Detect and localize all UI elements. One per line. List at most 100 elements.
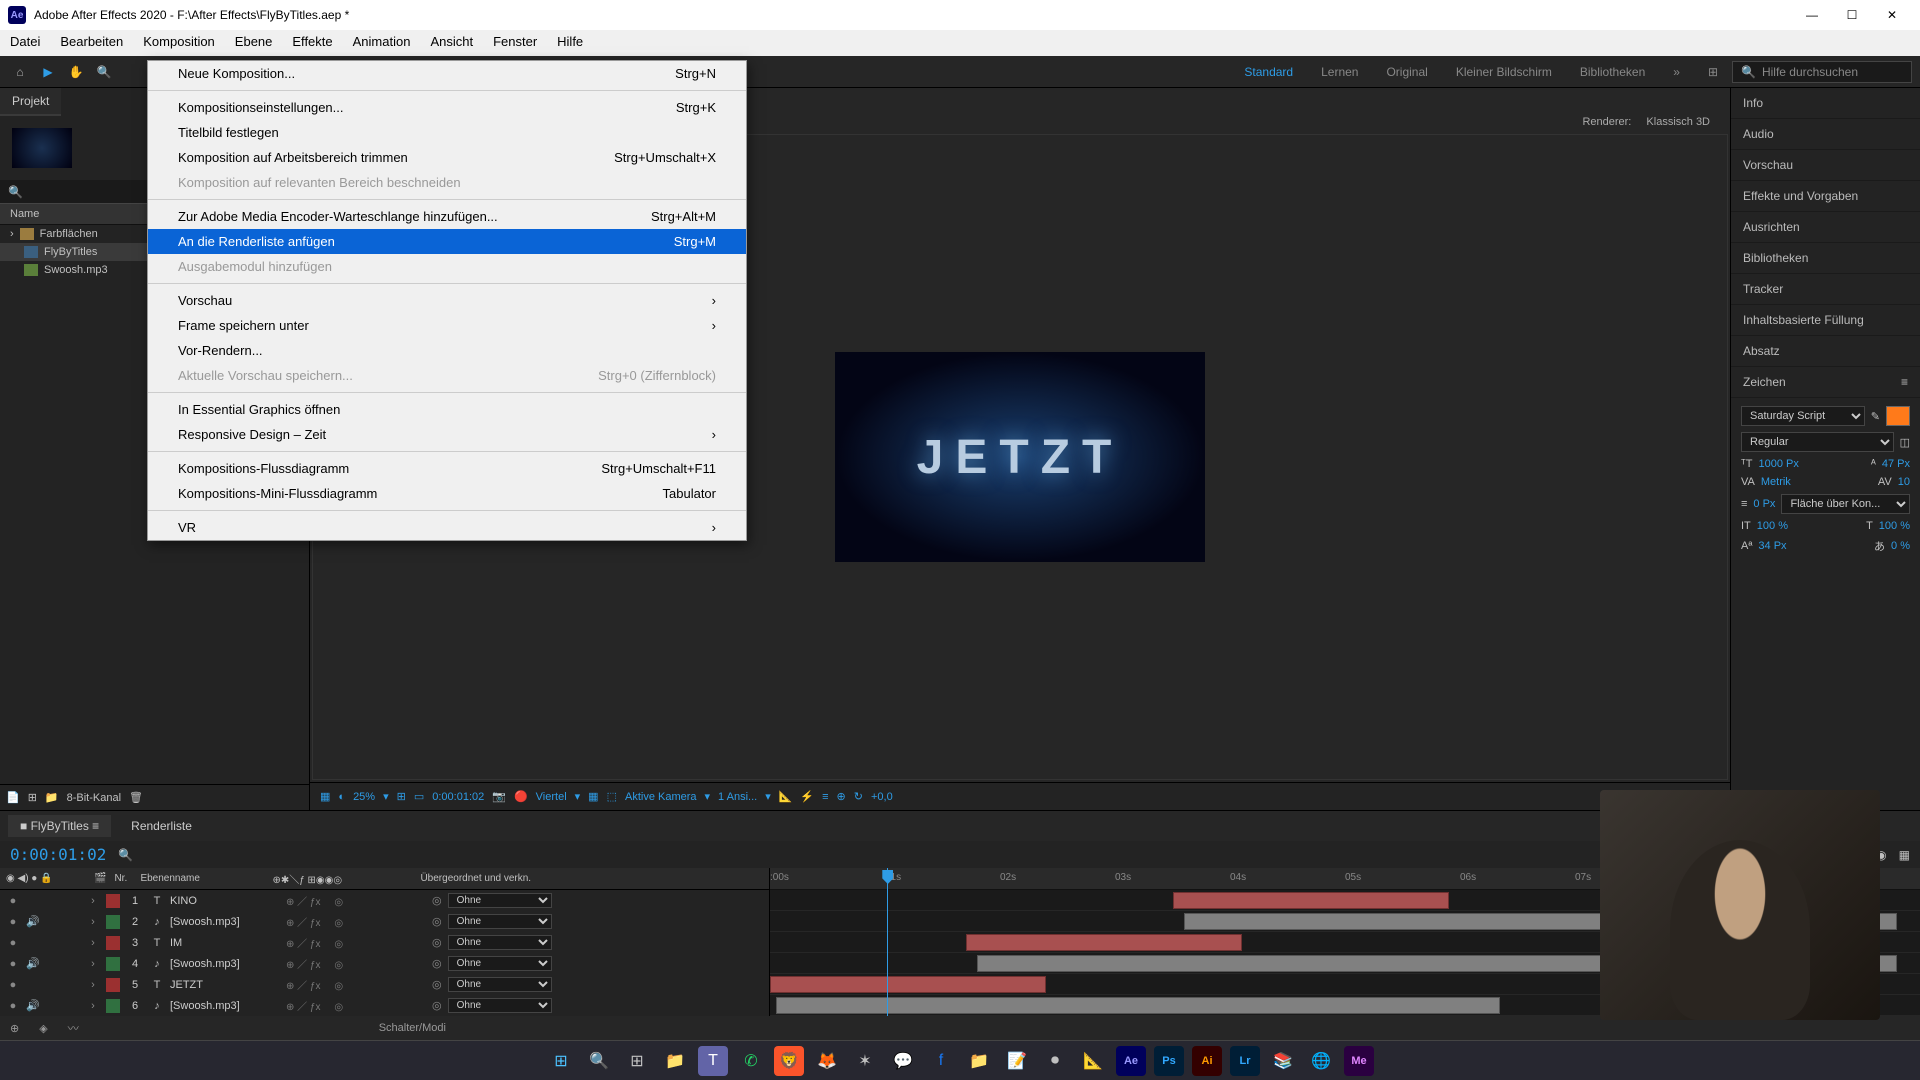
3d-icon[interactable]: ⬚ (607, 790, 617, 803)
mask-icon[interactable]: ▭ (414, 790, 424, 803)
help-search[interactable]: 🔍 Hilfe durchsuchen (1732, 61, 1912, 83)
parent-dropdown[interactable]: Ohne (448, 977, 552, 992)
editor-icon[interactable]: 📐 (1078, 1046, 1108, 1076)
stroke-swatch-icon[interactable]: ◫ (1900, 436, 1910, 449)
panel-ausrichten[interactable]: Ausrichten (1731, 212, 1920, 243)
expand-icon[interactable]: › (86, 916, 100, 928)
menu-item[interactable]: Titelbild festlegen (148, 120, 746, 145)
timeline-timecode[interactable]: 0:00:01:02 (10, 845, 106, 864)
menu-item[interactable]: Kompositions-FlussdiagrammStrg+Umschalt+… (148, 456, 746, 481)
firefox-icon[interactable]: 🦊 (812, 1046, 842, 1076)
start-icon[interactable]: ⊞ (546, 1046, 576, 1076)
channel-icon[interactable]: 🔴 (514, 790, 528, 803)
timeline-footer-label[interactable]: Schalter/Modi (379, 1022, 446, 1034)
panel-effekte[interactable]: Effekte und Vorgaben (1731, 181, 1920, 212)
workspace-more-icon[interactable]: » (1659, 61, 1694, 83)
search-taskbar-icon[interactable]: 🔍 (584, 1046, 614, 1076)
new-comp-icon[interactable]: ⊞ (28, 791, 37, 804)
lr-taskbar-icon[interactable]: Lr (1230, 1046, 1260, 1076)
col-nr[interactable]: Nr. (114, 873, 132, 884)
panel-bibliotheken[interactable]: Bibliotheken (1731, 243, 1920, 274)
messenger-icon[interactable]: 💬 (888, 1046, 918, 1076)
eyedropper-icon[interactable]: ✎ (1871, 410, 1880, 423)
baseline-value[interactable]: 34 Px (1758, 540, 1786, 552)
layer-row[interactable]: ● › 3 T IM ⊕ ／ ƒx ◎ ◎Ohne (0, 932, 769, 953)
minimize-button[interactable]: — (1802, 8, 1822, 22)
expand-icon[interactable]: › (10, 228, 14, 240)
workspace-standard[interactable]: Standard (1230, 61, 1307, 83)
menu-datei[interactable]: Datei (0, 30, 50, 56)
menu-item[interactable]: In Essential Graphics öffnen (148, 397, 746, 422)
notes-icon[interactable]: 📝 (1002, 1046, 1032, 1076)
pickwhip-icon[interactable]: ◎ (432, 957, 442, 970)
workspace-klein[interactable]: Kleiner Bildschirm (1442, 61, 1566, 83)
menu-item[interactable]: Responsive Design – Zeit› (148, 422, 746, 447)
layer-name[interactable]: KINO (170, 895, 280, 907)
audio-toggle-icon[interactable]: 🔊 (26, 957, 40, 970)
mag-icon[interactable]: ▦ (320, 790, 330, 803)
expand-icon[interactable]: › (86, 958, 100, 970)
parent-dropdown[interactable]: Ohne (448, 998, 552, 1013)
panel-absatz[interactable]: Absatz (1731, 336, 1920, 367)
zoom-dropdown[interactable]: 25% (353, 791, 375, 803)
col-ebenenname[interactable]: Ebenenname (140, 873, 264, 884)
layer-row[interactable]: ● 🔊 › 2 ♪ [Swoosh.mp3] ⊕ ／ ƒx ◎ ◎Ohne (0, 911, 769, 932)
brave-icon[interactable]: 🦁 (774, 1046, 804, 1076)
clip[interactable] (966, 934, 1242, 951)
whatsapp-icon[interactable]: ✆ (736, 1046, 766, 1076)
ai-taskbar-icon[interactable]: Ai (1192, 1046, 1222, 1076)
layer-row[interactable]: ● 🔊 › 4 ♪ [Swoosh.mp3] ⊕ ／ ƒx ◎ ◎Ohne (0, 953, 769, 974)
clip[interactable] (770, 976, 1046, 993)
layer-color-tag[interactable] (106, 894, 120, 908)
obs-icon[interactable]: ⏺ (1040, 1046, 1070, 1076)
fast-preview-icon[interactable]: ⚡ (800, 790, 814, 803)
menu-animation[interactable]: Animation (343, 30, 421, 56)
alpha-icon[interactable]: ◐ (338, 791, 345, 803)
comp-flow-icon[interactable]: ⊕ (837, 790, 846, 803)
layer-name[interactable]: [Swoosh.mp3] (170, 958, 280, 970)
menu-bearbeiten[interactable]: Bearbeiten (50, 30, 133, 56)
files-icon[interactable]: 📁 (964, 1046, 994, 1076)
bit-depth-toggle[interactable]: 8-Bit-Kanal (67, 792, 121, 804)
visibility-icon[interactable]: ● (6, 937, 20, 949)
renderer-value[interactable]: Klassisch 3D (1646, 116, 1710, 128)
expand-icon[interactable]: › (86, 979, 100, 991)
globe-icon[interactable]: 🌐 (1306, 1046, 1336, 1076)
menu-item[interactable]: Vor-Rendern... (148, 338, 746, 363)
exposure-value[interactable]: +0,0 (871, 791, 893, 803)
snapshot-icon[interactable]: 📷 (492, 790, 506, 803)
layer-color-tag[interactable] (106, 915, 120, 929)
parent-dropdown[interactable]: Ohne (448, 893, 552, 908)
timeline-search-icon[interactable]: 🔍 (118, 848, 133, 862)
hscale-value[interactable]: 100 % (1879, 520, 1910, 532)
trash-icon[interactable]: 🗑 (129, 791, 143, 804)
audio-toggle-icon[interactable]: 🔊 (26, 999, 40, 1012)
menu-komposition[interactable]: Komposition (133, 30, 225, 56)
stroke-value[interactable]: 0 Px (1753, 498, 1775, 510)
tl-motion-icon[interactable]: 〰 (68, 1020, 79, 1036)
teams-icon[interactable]: T (698, 1046, 728, 1076)
zoom-tool-icon[interactable]: 🔍 (92, 60, 116, 84)
tl-toggle-icon[interactable]: ⊕ (10, 1022, 19, 1035)
app-icon-2[interactable]: 📚 (1268, 1046, 1298, 1076)
font-family-select[interactable]: Saturday Script (1741, 406, 1865, 426)
taskview-icon[interactable]: ⊞ (622, 1046, 652, 1076)
menu-item[interactable]: Neue Komposition...Strg+N (148, 61, 746, 86)
visibility-icon[interactable]: ● (6, 958, 20, 970)
project-tab[interactable]: Projekt (0, 88, 61, 116)
workspace-bibliotheken[interactable]: Bibliotheken (1566, 61, 1659, 83)
font-size-value[interactable]: 1000 Px (1758, 458, 1798, 470)
panel-zeichen[interactable]: Zeichen≡ (1731, 367, 1920, 398)
layer-name[interactable]: [Swoosh.mp3] (170, 916, 280, 928)
col-parent[interactable]: Übergeordnet und verkn. (420, 873, 531, 884)
menu-item[interactable]: Kompositions-Mini-FlussdiagrammTabulator (148, 481, 746, 506)
ps-taskbar-icon[interactable]: Ps (1154, 1046, 1184, 1076)
pickwhip-icon[interactable]: ◎ (432, 915, 442, 928)
workspace-reset-icon[interactable]: ⊞ (1694, 61, 1732, 83)
visibility-icon[interactable]: ● (6, 895, 20, 907)
explorer-icon[interactable]: 📁 (660, 1046, 690, 1076)
selection-tool-icon[interactable]: ▶ (36, 60, 60, 84)
layer-switches[interactable]: ⊕ ／ ƒx ◎ (286, 956, 426, 971)
layer-row[interactable]: ● › 1 T KINO ⊕ ／ ƒx ◎ ◎Ohne (0, 890, 769, 911)
audio-toggle-icon[interactable]: 🔊 (26, 915, 40, 928)
